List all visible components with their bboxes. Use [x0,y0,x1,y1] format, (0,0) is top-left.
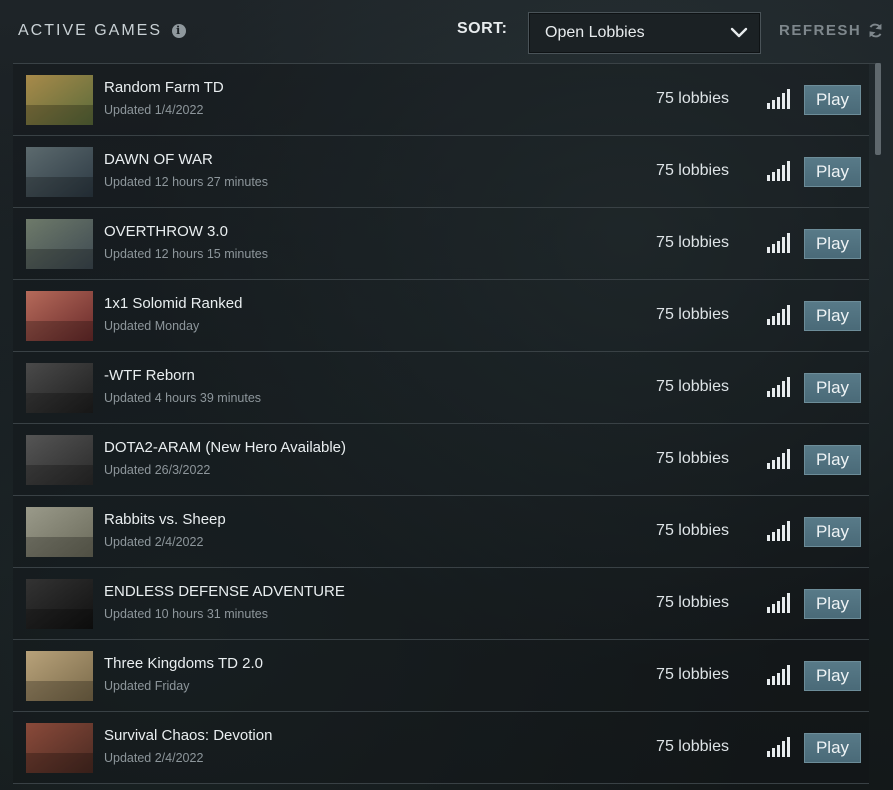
header: ACTIVE GAMES i SORT: Open Lobbies REFRES… [0,0,893,63]
game-name: Rabbits vs. Sheep [104,511,226,528]
signal-strength-icon [767,737,790,757]
game-updated: Updated 26/3/2022 [104,463,211,477]
play-button[interactable]: Play [804,229,861,259]
signal-strength-icon [767,89,790,109]
game-updated: Updated 10 hours 31 minutes [104,607,268,621]
game-row[interactable]: DOTA2-ARAM (New Hero Available) Updated … [13,424,869,496]
page-title: ACTIVE GAMES i [18,22,187,40]
game-row[interactable]: ENDLESS DEFENSE ADVENTURE Updated 10 hou… [13,568,869,640]
play-button[interactable]: Play [804,661,861,691]
lobby-count: 75 lobbies [656,378,729,395]
game-name: Survival Chaos: Devotion [104,727,273,744]
play-button[interactable]: Play [804,517,861,547]
game-updated: Updated 2/4/2022 [104,535,204,549]
game-row[interactable]: Random Farm TD Updated 1/4/2022 75 lobbi… [13,64,869,136]
game-thumbnail-image [26,75,93,125]
game-name: DAWN OF WAR [104,151,213,168]
game-row[interactable]: Survival Chaos: Devotion Updated 2/4/202… [13,712,869,784]
scrollbar-thumb[interactable] [875,63,881,155]
game-updated: Updated 12 hours 15 minutes [104,247,268,261]
game-row[interactable]: DAWN OF WAR Updated 12 hours 27 minutes … [13,136,869,208]
game-name: DOTA2-ARAM (New Hero Available) [104,439,347,456]
game-updated: Updated 1/4/2022 [104,103,204,117]
game-thumbnail [26,219,93,269]
game-thumbnail-image [26,435,93,485]
game-thumbnail-image [26,579,93,629]
lobby-count: 75 lobbies [656,594,729,611]
game-thumbnail-image [26,507,93,557]
game-thumbnail [26,723,93,773]
game-list: Random Farm TD Updated 1/4/2022 75 lobbi… [13,63,881,790]
game-thumbnail [26,507,93,557]
game-updated: Updated 12 hours 27 minutes [104,175,268,189]
lobby-count: 75 lobbies [656,450,729,467]
lobby-count: 75 lobbies [656,738,729,755]
lobby-count: 75 lobbies [656,522,729,539]
game-thumbnail [26,435,93,485]
game-thumbnail [26,147,93,197]
lobby-count: 75 lobbies [656,666,729,683]
lobby-count: 75 lobbies [656,162,729,179]
sort-dropdown[interactable]: Open Lobbies [528,12,761,54]
page-title-text: ACTIVE GAMES [18,22,163,39]
signal-strength-icon [767,449,790,469]
lobby-count: 75 lobbies [656,234,729,251]
game-thumbnail-image [26,219,93,269]
sort-label: SORT: [457,20,508,37]
lobby-count: 75 lobbies [656,90,729,107]
signal-strength-icon [767,305,790,325]
scrollbar[interactable] [875,63,881,790]
game-thumbnail-image [26,291,93,341]
signal-strength-icon [767,161,790,181]
game-name: ENDLESS DEFENSE ADVENTURE [104,583,345,600]
game-thumbnail [26,363,93,413]
refresh-icon [869,23,882,38]
game-name: -WTF Reborn [104,367,195,384]
signal-strength-icon [767,377,790,397]
signal-strength-icon [767,521,790,541]
play-button[interactable]: Play [804,85,861,115]
game-row[interactable]: 1x1 Solomid Ranked Updated Monday 75 lob… [13,280,869,352]
game-thumbnail [26,651,93,701]
play-button[interactable]: Play [804,445,861,475]
refresh-button[interactable]: REFRESH [779,22,884,39]
game-name: OVERTHROW 3.0 [104,223,228,240]
game-updated: Updated Friday [104,679,190,693]
game-name: Random Farm TD [104,79,224,96]
chevron-down-icon [730,27,748,38]
lobby-count: 75 lobbies [656,306,729,323]
signal-strength-icon [767,665,790,685]
game-thumbnail-image [26,723,93,773]
game-thumbnail [26,291,93,341]
play-button[interactable]: Play [804,733,861,763]
play-button[interactable]: Play [804,589,861,619]
game-name: 1x1 Solomid Ranked [104,295,243,312]
play-button[interactable]: Play [804,373,861,403]
game-updated: Updated 4 hours 39 minutes [104,391,262,405]
game-thumbnail-image [26,363,93,413]
signal-strength-icon [767,593,790,613]
info-icon[interactable]: i [172,24,187,38]
refresh-label: REFRESH [779,22,862,39]
sort-selected-value: Open Lobbies [545,24,645,41]
game-name: Three Kingdoms TD 2.0 [104,655,263,672]
game-thumbnail [26,579,93,629]
signal-strength-icon [767,233,790,253]
game-thumbnail [26,75,93,125]
game-row[interactable]: OVERTHROW 3.0 Updated 12 hours 15 minute… [13,208,869,280]
game-updated: Updated 2/4/2022 [104,751,204,765]
game-thumbnail-image [26,147,93,197]
game-row[interactable]: -WTF Reborn Updated 4 hours 39 minutes 7… [13,352,869,424]
game-row[interactable]: Three Kingdoms TD 2.0 Updated Friday 75 … [13,640,869,712]
play-button[interactable]: Play [804,301,861,331]
game-row[interactable]: Rabbits vs. Sheep Updated 2/4/2022 75 lo… [13,496,869,568]
game-thumbnail-image [26,651,93,701]
game-updated: Updated Monday [104,319,200,333]
play-button[interactable]: Play [804,157,861,187]
